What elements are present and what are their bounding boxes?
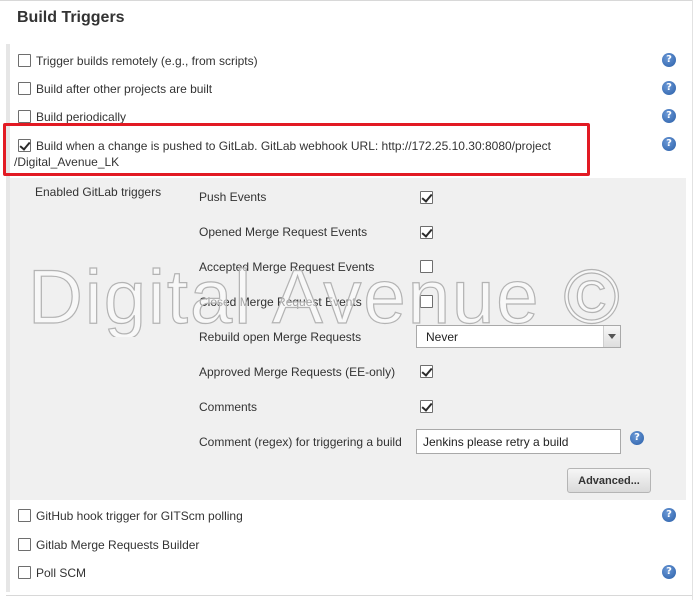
trigger-remote-row[interactable]: Trigger builds remotely (e.g., from scri… (18, 53, 258, 69)
comments-label: Comments (199, 400, 258, 414)
comment-regex-label: Comment (regex) for triggering a build (199, 435, 402, 449)
accepted-mr-events-checkbox[interactable] (420, 260, 433, 273)
approved-mr-label: Approved Merge Requests (EE-only) (199, 365, 396, 379)
push-events-checkbox[interactable] (420, 191, 433, 204)
comment-regex-input[interactable] (416, 429, 621, 454)
top-rule (0, 0, 693, 1)
highlight-annotation-box (3, 123, 590, 176)
help-icon[interactable]: ? (662, 137, 676, 151)
opened-mr-events-label: Opened Merge Request Events (199, 225, 368, 239)
trigger-gitlab-mr-builder-checkbox[interactable] (18, 538, 31, 551)
help-icon[interactable]: ? (662, 565, 676, 579)
help-icon[interactable]: ? (662, 508, 676, 522)
help-icon[interactable]: ? (630, 431, 644, 445)
trigger-gitlab-mr-builder-label: Gitlab Merge Requests Builder (36, 538, 200, 552)
closed-mr-events-label: Closed Merge Request Events (199, 295, 362, 309)
trigger-after-other-row[interactable]: Build after other projects are built (18, 81, 212, 97)
help-icon[interactable]: ? (662, 81, 676, 95)
closed-mr-events-checkbox[interactable] (420, 295, 433, 308)
comments-checkbox[interactable] (420, 400, 433, 413)
rebuild-open-mr-value: Never (426, 329, 459, 344)
rebuild-open-mr-label: Rebuild open Merge Requests (199, 330, 362, 344)
trigger-poll-scm-label: Poll SCM (36, 566, 87, 580)
trigger-remote-label: Trigger builds remotely (e.g., from scri… (36, 54, 258, 68)
trigger-remote-checkbox[interactable] (18, 54, 31, 67)
push-events-label: Push Events (199, 190, 267, 204)
trigger-periodic-checkbox[interactable] (18, 110, 31, 123)
trigger-after-other-label: Build after other projects are built (36, 82, 213, 96)
trigger-github-hook-checkbox[interactable] (18, 509, 31, 522)
accepted-mr-events-label: Accepted Merge Request Events (199, 260, 375, 274)
trigger-after-other-checkbox[interactable] (18, 82, 31, 95)
advanced-button[interactable]: Advanced... (567, 468, 651, 493)
opened-mr-events-checkbox[interactable] (420, 226, 433, 239)
enabled-gitlab-triggers-heading: Enabled GitLab triggers (35, 185, 162, 199)
rebuild-open-mr-select[interactable]: Never (416, 325, 621, 348)
trigger-github-hook-label: GitHub hook trigger for GITScm polling (36, 509, 243, 523)
help-icon[interactable]: ? (662, 53, 676, 67)
trigger-github-hook-row[interactable]: GitHub hook trigger for GITScm polling (18, 508, 243, 524)
trigger-poll-scm-row[interactable]: Poll SCM (18, 565, 86, 581)
approved-mr-checkbox[interactable] (420, 365, 433, 378)
trigger-poll-scm-checkbox[interactable] (18, 566, 31, 579)
help-icon[interactable]: ? (662, 109, 676, 123)
chevron-down-icon[interactable] (603, 326, 620, 347)
bottom-rule (6, 595, 692, 596)
section-title: Build Triggers (17, 9, 125, 26)
trigger-gitlab-mr-builder-row[interactable]: Gitlab Merge Requests Builder (18, 537, 199, 553)
